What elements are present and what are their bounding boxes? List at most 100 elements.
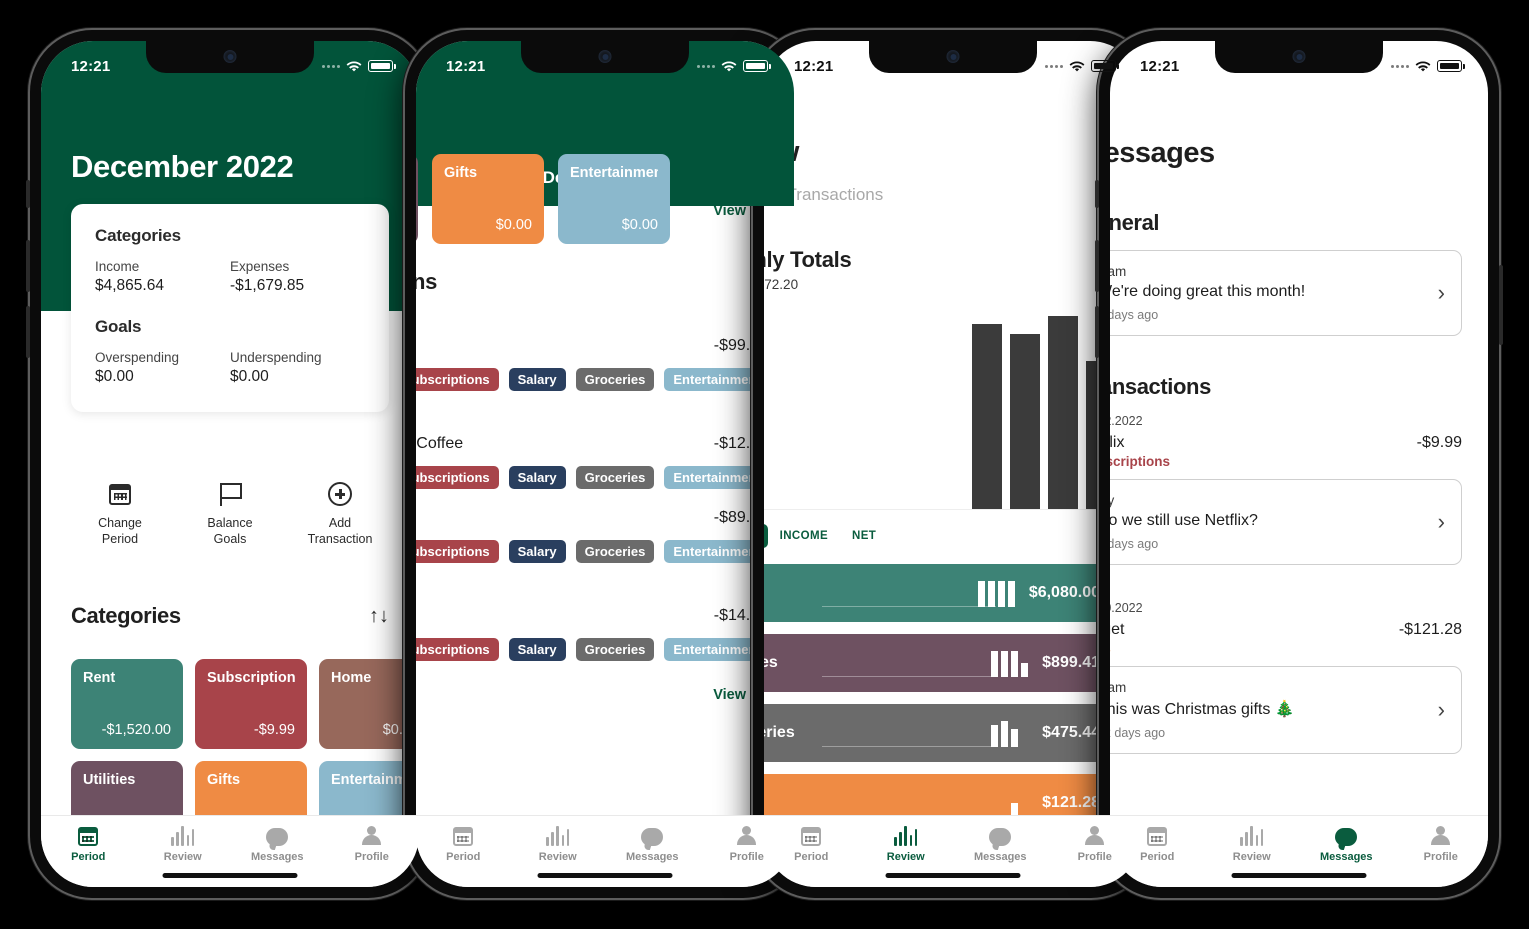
home-indicator[interactable] [885, 873, 1021, 878]
category-name: Subscriptions [207, 670, 295, 686]
volume-up-button[interactable] [1095, 240, 1099, 292]
tag-salary[interactable]: Salary [508, 368, 566, 391]
tag-subscriptions[interactable]: Subscriptions [416, 638, 499, 661]
budget-row[interactable]: Groceries $475.44 [764, 704, 1116, 762]
categories-heading: Categories [71, 603, 181, 628]
tag-groceries[interactable]: Groceries [575, 540, 655, 563]
screen-period-scrolled: December 2022 12:21 Utilities -$149.86 G… [416, 41, 794, 887]
tag-groceries[interactable]: Groceries [575, 368, 655, 391]
tab-review[interactable]: Review [136, 824, 231, 863]
budget-row[interactable]: Rent $6,080.00 [764, 564, 1116, 622]
battery-icon [1437, 60, 1465, 72]
row-baseline [822, 676, 996, 677]
tab-period[interactable]: Period [1110, 824, 1205, 863]
wifi-icon [346, 60, 362, 72]
calendar-icon [109, 481, 131, 507]
mute-switch[interactable] [1095, 180, 1099, 208]
chat-bubble-icon [1335, 824, 1358, 846]
signal-icon [1045, 64, 1063, 68]
message-card[interactable]: Ivy Do we still use Netflix? 9 days ago … [1110, 479, 1462, 565]
tab-period[interactable]: Period [416, 824, 511, 863]
tab-messages[interactable]: Messages [953, 824, 1048, 863]
tab-review[interactable]: Review [859, 824, 954, 863]
volume-up-button[interactable] [26, 240, 30, 292]
chevron-right-icon: › [1437, 697, 1445, 722]
transaction-item[interactable]: 12.12.2022 Netflix -$9.99 Subscriptions [1110, 414, 1462, 469]
message-card[interactable]: Liam This was Christmas gifts 🎄 12 days … [1110, 666, 1462, 754]
sort-icon[interactable]: ↑↓ [369, 605, 389, 628]
monthly-totals-heading: Monthly Totals [764, 247, 852, 272]
segment-net[interactable]: NET [840, 524, 888, 548]
category-tile[interactable]: Home $0.00 [319, 659, 419, 749]
card-heading-categories: Categories [95, 226, 181, 245]
category-value: -$9.99 [253, 722, 295, 738]
row-mini-bars [991, 789, 1028, 817]
category-tile[interactable]: Gifts $0.00 [432, 154, 544, 244]
transaction-name: Greater Goods Coffee [416, 435, 464, 452]
view-all-link[interactable]: View All [416, 687, 768, 703]
transaction-item[interactable]: 12.13.2022 Greater Goods Coffee -$12.34 … [416, 415, 770, 489]
screen-messages: 12:21 Messages General Liam We're doing … [1110, 41, 1488, 887]
home-indicator[interactable] [537, 873, 673, 878]
tab-messages[interactable]: Messages [230, 824, 325, 863]
tag-salary[interactable]: Salary [508, 540, 566, 563]
transaction-item[interactable]: 12.10.2022 Target -$121.28 Gifts [1110, 601, 1462, 656]
tab-label: Period [794, 851, 829, 863]
tag-groceries[interactable]: Groceries [575, 466, 655, 489]
expenses-value: -$1,679.85 [230, 277, 305, 294]
mute-switch[interactable] [26, 180, 30, 208]
chat-bubble-icon [989, 824, 1012, 846]
calendar-icon [801, 824, 822, 846]
tag-salary[interactable]: Salary [508, 466, 566, 489]
row-mini-bars [991, 649, 1029, 677]
quick-action-add-transaction[interactable]: Add Transaction [285, 481, 395, 547]
transaction-item[interactable]: Whole Foods -$89.12 Shopping Subscriptio… [416, 509, 770, 563]
quick-action-balance-goals[interactable]: Balance Goals [175, 481, 285, 547]
income-value: $4,865.64 [95, 277, 164, 294]
category-tile[interactable]: Utilities -$149.86 [416, 154, 418, 244]
tab-label: Review [886, 851, 925, 863]
tab-period[interactable]: Period [41, 824, 136, 863]
message-card[interactable]: Liam We're doing great this month! 4 day… [1110, 250, 1462, 336]
segment-income[interactable]: INCOME [768, 524, 840, 548]
income-label: Income [95, 259, 140, 274]
tab-review[interactable]: Review [1205, 824, 1300, 863]
tag-salary[interactable]: Salary [508, 638, 566, 661]
budget-row[interactable]: Utilities $899.41 [764, 634, 1116, 692]
home-indicator[interactable] [162, 873, 298, 878]
status-time: 12:21 [71, 57, 111, 75]
overspending-label: Overspending [95, 350, 180, 365]
transaction-item[interactable]: 12.15.2022 Spectrum -$99.99 Shopping Sub… [416, 317, 770, 391]
person-icon [361, 824, 383, 846]
quick-action-change-period[interactable]: Change Period [65, 481, 175, 547]
tag-subscriptions[interactable]: Subscriptions [416, 540, 499, 563]
tab-messages[interactable]: Messages [1299, 824, 1394, 863]
person-icon [736, 824, 758, 846]
tab-review[interactable]: Review [511, 824, 606, 863]
wifi-icon [721, 60, 737, 72]
tab-period[interactable]: Period [764, 824, 859, 863]
budget-row-amount: $899.41 [1042, 654, 1100, 671]
tag-groceries[interactable]: Groceries [575, 638, 655, 661]
transaction-item[interactable]: 12.12.2022 Hulu -$14.99 Shopping Subscri… [416, 587, 770, 661]
category-tile[interactable]: Subscriptions -$9.99 [195, 659, 307, 749]
tab-transactions[interactable]: Transactions [787, 185, 884, 217]
tab-messages[interactable]: Messages [605, 824, 700, 863]
transaction-date: 12.10.2022 [1110, 601, 1143, 615]
tab-label: Messages [625, 851, 679, 863]
volume-down-button[interactable] [1095, 306, 1099, 358]
volume-down-button[interactable] [26, 306, 30, 358]
power-button[interactable] [1499, 265, 1503, 345]
category-tile[interactable]: Rent -$1,520.00 [71, 659, 183, 749]
home-indicator[interactable] [1231, 873, 1367, 878]
tag-subscriptions[interactable]: Subscriptions [416, 466, 499, 489]
tab-profile[interactable]: Profile [1394, 824, 1489, 863]
tag-subscriptions[interactable]: Subscriptions [416, 368, 499, 391]
transaction-date: 12.12.2022 [1110, 414, 1143, 428]
page-title: December 2022 [71, 149, 294, 184]
signal-icon [697, 64, 715, 68]
battery-icon [368, 60, 396, 72]
notch [146, 41, 314, 73]
category-tile[interactable]: Entertainment $0.00 [558, 154, 670, 244]
tab-profile[interactable]: Profile [325, 824, 420, 863]
